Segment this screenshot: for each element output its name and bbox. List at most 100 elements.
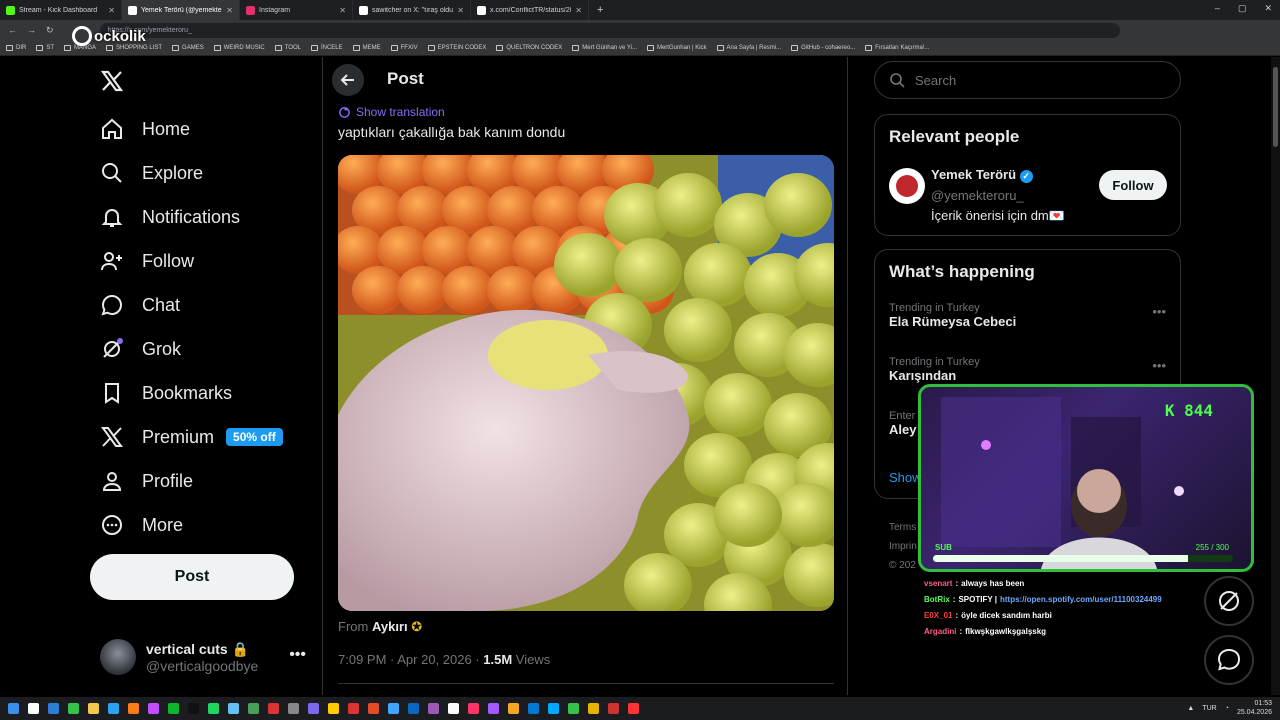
taskbar-app-icon[interactable] bbox=[588, 703, 599, 714]
taskbar-app-icon[interactable] bbox=[408, 703, 419, 714]
taskbar-app-icon[interactable] bbox=[88, 703, 99, 714]
taskbar-app-icon[interactable] bbox=[308, 703, 319, 714]
nav-item-bookmarks[interactable]: Bookmarks bbox=[100, 378, 232, 408]
url-field[interactable]: https://x.com/yemekteroru_ bbox=[99, 22, 1120, 38]
bookmark-item[interactable]: GAMES bbox=[172, 44, 204, 51]
bookmark-item[interactable]: MEME bbox=[352, 44, 381, 51]
browser-tab[interactable]: Instagram ✕ bbox=[240, 0, 353, 20]
search-input[interactable]: Search bbox=[874, 61, 1181, 99]
taskbar-app-icon[interactable] bbox=[188, 703, 199, 714]
taskbar-app-icon[interactable] bbox=[248, 703, 259, 714]
bookmark-item[interactable]: Fırsatları Kaçırma!... bbox=[865, 44, 930, 51]
nav-item-home[interactable]: Home bbox=[100, 114, 190, 144]
close-tab-icon[interactable]: ✕ bbox=[108, 6, 115, 15]
trend-item[interactable]: Trending in Turkey Karışından bbox=[889, 356, 980, 383]
clock[interactable]: 01:53 25.04.2026 bbox=[1237, 699, 1272, 717]
taskbar-app-icon[interactable] bbox=[568, 703, 579, 714]
account-switcher[interactable]: vertical cuts 🔒 @verticalgoodbye ••• bbox=[100, 632, 310, 682]
nav-item-premium[interactable]: Premium 50% off bbox=[100, 422, 283, 452]
nav-item-profile[interactable]: Profile bbox=[100, 466, 193, 496]
account-more-icon[interactable]: ••• bbox=[289, 646, 306, 664]
taskbar-app-icon[interactable] bbox=[128, 703, 139, 714]
nav-item-notifications[interactable]: Notifications bbox=[100, 202, 240, 232]
browser-tab[interactable]: Stream - Kick Dashboard ✕ bbox=[0, 0, 122, 20]
bookmark-item[interactable]: EPSTEIN CODEX bbox=[427, 44, 486, 51]
nav-item-follow[interactable]: Follow bbox=[100, 246, 194, 276]
tweet-video[interactable] bbox=[338, 155, 834, 611]
avatar[interactable] bbox=[889, 168, 925, 204]
bookmark-item[interactable]: Mert Günhan ve Yi... bbox=[572, 44, 637, 51]
nav-item-chat[interactable]: Chat bbox=[100, 290, 180, 320]
x-logo-icon[interactable] bbox=[100, 69, 124, 93]
tweet-time[interactable]: 7:09 PM · Apr 20, 2026 · bbox=[338, 652, 480, 667]
back-button[interactable] bbox=[332, 64, 364, 96]
bookmark-item[interactable]: QUELTRON CODEX bbox=[496, 44, 562, 51]
taskbar-app-icon[interactable] bbox=[48, 703, 59, 714]
bookmark-item[interactable]: ST bbox=[36, 44, 54, 51]
close-tab-icon[interactable]: ✕ bbox=[226, 6, 233, 15]
taskbar-app-icon[interactable] bbox=[468, 703, 479, 714]
follow-button[interactable]: Follow bbox=[1099, 170, 1167, 200]
taskbar-app-icon[interactable] bbox=[328, 703, 339, 714]
taskbar-app-icon[interactable] bbox=[368, 703, 379, 714]
bookmark-item[interactable]: GitHub - cohaereo... bbox=[791, 44, 855, 51]
taskbar-app-icon[interactable] bbox=[8, 703, 19, 714]
trend-item[interactable]: Trending in Turkey Ela Rümeysa Cebeci bbox=[889, 302, 1016, 329]
bookmark-item[interactable]: İNCELE bbox=[310, 44, 343, 51]
bookmark-item[interactable]: MertGunhan | Kick bbox=[646, 44, 707, 51]
post-button[interactable]: Post bbox=[90, 554, 294, 600]
new-tab-button[interactable]: + bbox=[597, 4, 603, 16]
close-tab-icon[interactable]: ✕ bbox=[457, 6, 464, 15]
taskbar-app-icon[interactable] bbox=[268, 703, 279, 714]
bookmark-item[interactable]: Ana Sayfa | Resmi... bbox=[716, 44, 781, 51]
footer-link[interactable]: Terms bbox=[889, 518, 917, 537]
show-translation-link[interactable]: Show translation bbox=[338, 105, 445, 119]
taskbar-app-icon[interactable] bbox=[68, 703, 79, 714]
language-indicator[interactable]: TUR bbox=[1202, 705, 1216, 712]
minimize-button[interactable]: – bbox=[1215, 3, 1220, 14]
trend-more-icon[interactable]: ••• bbox=[1152, 358, 1166, 373]
close-tab-icon[interactable]: ✕ bbox=[339, 6, 346, 15]
nav-item-more[interactable]: More bbox=[100, 510, 183, 540]
nav-item-explore[interactable]: Explore bbox=[100, 158, 203, 188]
grok-floating-button[interactable] bbox=[1204, 576, 1254, 626]
back-nav-icon[interactable]: ← bbox=[8, 25, 17, 35]
browser-tab[interactable]: sawitcher on X: "tıraş olduktan 1 h✕ bbox=[353, 0, 471, 20]
person-name[interactable]: Yemek Terörü bbox=[931, 167, 1016, 182]
taskbar-app-icon[interactable] bbox=[148, 703, 159, 714]
bookmark-item[interactable]: TOOL bbox=[274, 44, 301, 51]
taskbar-app-icon[interactable] bbox=[428, 703, 439, 714]
tray-chevron-icon[interactable]: ▲ bbox=[1187, 705, 1194, 712]
footer-link[interactable]: Imprin bbox=[889, 537, 917, 556]
browser-tab[interactable]: x.com/ConflictTR/status/2047797 ✕ bbox=[471, 0, 589, 20]
page-scrollbar[interactable] bbox=[1271, 57, 1280, 695]
taskbar-app-icon[interactable] bbox=[208, 703, 219, 714]
taskbar-app-icon[interactable] bbox=[528, 703, 539, 714]
taskbar-app-icon[interactable] bbox=[28, 703, 39, 714]
chat-link[interactable]: https://open.spotify.com/user/1110032449… bbox=[1000, 595, 1162, 604]
close-tab-icon[interactable]: ✕ bbox=[575, 6, 582, 15]
taskbar-app-icon[interactable] bbox=[448, 703, 459, 714]
taskbar-app-icon[interactable] bbox=[288, 703, 299, 714]
taskbar-app-icon[interactable] bbox=[488, 703, 499, 714]
taskbar-app-icon[interactable] bbox=[168, 703, 179, 714]
show-more-link[interactable]: Show bbox=[889, 470, 922, 485]
messages-floating-button[interactable] bbox=[1204, 635, 1254, 685]
source-name[interactable]: Aykırı bbox=[372, 619, 408, 634]
taskbar-app-icon[interactable] bbox=[548, 703, 559, 714]
bookmark-item[interactable]: FFXIV bbox=[390, 44, 418, 51]
scrollbar-thumb[interactable] bbox=[1273, 67, 1278, 147]
taskbar-app-icon[interactable] bbox=[348, 703, 359, 714]
taskbar-app-icon[interactable] bbox=[608, 703, 619, 714]
maximize-button[interactable]: ▢ bbox=[1238, 3, 1247, 14]
wifi-icon[interactable]: ◔ bbox=[1225, 705, 1229, 712]
reload-icon[interactable]: ↻ bbox=[46, 25, 54, 36]
trend-item[interactable]: Enter Aley bbox=[889, 410, 916, 437]
taskbar-app-icon[interactable] bbox=[508, 703, 519, 714]
taskbar-app-icon[interactable] bbox=[628, 703, 639, 714]
taskbar-app-icon[interactable] bbox=[388, 703, 399, 714]
taskbar-app-icon[interactable] bbox=[108, 703, 119, 714]
close-window-button[interactable]: ✕ bbox=[1264, 3, 1272, 14]
browser-tab[interactable]: Yemek Terörü (@yemekteroru ✕ bbox=[122, 0, 240, 20]
bookmark-item[interactable]: DIR bbox=[6, 44, 26, 51]
